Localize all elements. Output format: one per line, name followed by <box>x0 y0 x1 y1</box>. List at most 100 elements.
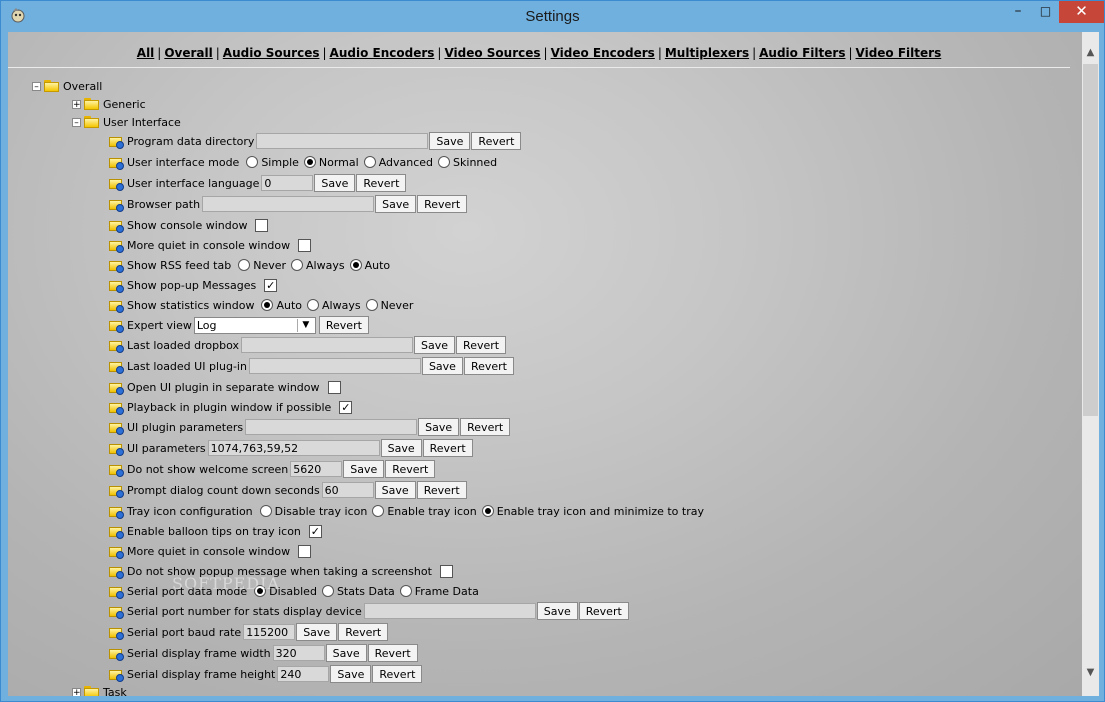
revert-button[interactable]: Revert <box>456 336 507 354</box>
revert-button[interactable]: Revert <box>460 418 511 436</box>
close-icon[interactable]: ✕ <box>1059 1 1104 23</box>
revert-button[interactable]: Revert <box>372 665 423 683</box>
revert-button[interactable]: Revert <box>471 132 522 150</box>
tree-node-task[interactable]: + Task <box>72 683 127 696</box>
nav-audio-encoders[interactable]: Audio Encoders <box>330 46 435 60</box>
tree-node-overall[interactable]: – Overall <box>32 77 102 95</box>
radio-never[interactable] <box>238 259 251 271</box>
save-button[interactable]: Save <box>325 644 367 662</box>
save-button[interactable]: Save <box>375 195 417 213</box>
browser-path-input[interactable] <box>202 196 375 212</box>
radio-simple[interactable] <box>246 156 259 168</box>
radio-auto[interactable] <box>349 259 362 271</box>
radio-advanced[interactable] <box>363 156 376 168</box>
radio-disable-tray-icon[interactable] <box>259 505 272 517</box>
revert-button[interactable]: Revert <box>356 174 407 192</box>
nav-audio-filters[interactable]: Audio Filters <box>759 46 845 60</box>
save-button[interactable]: Save <box>343 460 385 478</box>
serial-display-frame-width-input[interactable]: 320 <box>272 645 325 661</box>
revert-button[interactable]: Revert <box>463 357 514 375</box>
radio-enable-tray-minimize[interactable] <box>481 505 494 517</box>
tree-node-user-interface[interactable]: – User Interface <box>72 113 181 131</box>
expand-icon[interactable]: + <box>72 687 81 696</box>
serial-display-frame-height-input[interactable]: 240 <box>277 666 330 682</box>
save-button[interactable]: Save <box>414 336 456 354</box>
scroll-down-icon[interactable]: ▼ <box>1082 664 1099 681</box>
nav-audio-sources[interactable]: Audio Sources <box>223 46 320 60</box>
radio-skinned[interactable] <box>438 156 451 168</box>
serial-port-baud-rate-input[interactable]: 115200 <box>243 624 296 640</box>
prompt-dialog-countdown-input[interactable]: 60 <box>321 482 374 498</box>
radio-stats-data[interactable] <box>321 585 334 597</box>
save-button[interactable]: Save <box>314 174 356 192</box>
ui-plugin-parameters-input[interactable] <box>245 419 418 435</box>
last-loaded-dropbox-input[interactable] <box>241 337 414 353</box>
revert-button[interactable]: Revert <box>385 460 436 478</box>
radio-label: Auto <box>276 298 302 312</box>
save-button[interactable]: Save <box>374 481 416 499</box>
collapse-icon[interactable]: – <box>72 117 81 127</box>
ui-parameters-input[interactable]: 1074,763,59,52 <box>207 440 380 456</box>
radio-label: Auto <box>364 258 391 272</box>
last-loaded-ui-plugin-input[interactable] <box>248 358 421 374</box>
radio-label: Disable tray icon <box>274 504 368 518</box>
collapse-icon[interactable]: – <box>32 81 41 91</box>
radio-auto[interactable] <box>261 299 274 311</box>
do-not-show-welcome-input[interactable]: 5620 <box>290 461 343 477</box>
save-button[interactable]: Save <box>421 357 463 375</box>
radio-frame-data[interactable] <box>399 585 412 597</box>
save-button[interactable]: Save <box>296 623 338 641</box>
revert-button[interactable]: Revert <box>422 439 473 457</box>
expert-view-select[interactable]: Log ▼ <box>193 316 316 334</box>
save-button[interactable]: Save <box>429 132 471 150</box>
no-popup-screenshot-checkbox[interactable] <box>439 564 453 578</box>
setting-tray-icon-configuration: Tray icon configuration Disable tray ico… <box>109 501 704 521</box>
vertical-scrollbar[interactable]: ▲ ▼ <box>1082 32 1099 696</box>
user-interface-language-input[interactable]: 0 <box>261 175 314 191</box>
radio-always[interactable] <box>307 299 319 311</box>
tree-label: Task <box>103 685 127 697</box>
radio-always[interactable] <box>291 259 304 271</box>
maximize-icon[interactable]: □ <box>1032 1 1059 23</box>
open-ui-plugin-separate-checkbox[interactable] <box>327 380 341 394</box>
serial-port-number-input[interactable] <box>363 603 536 619</box>
show-popup-messages-checkbox[interactable]: ✓ <box>264 278 278 292</box>
radio-normal[interactable] <box>303 156 316 168</box>
radio-label: Normal <box>318 155 359 169</box>
chevron-down-icon[interactable]: ▼ <box>296 318 314 332</box>
revert-button[interactable]: Revert <box>417 195 468 213</box>
tree-node-generic[interactable]: + Generic <box>72 95 146 113</box>
revert-button[interactable]: Revert <box>338 623 389 641</box>
title-bar[interactable]: Settings – □ ✕ <box>1 1 1104 32</box>
more-quiet-console-checkbox[interactable] <box>298 238 312 252</box>
radio-label: Skinned <box>453 155 498 169</box>
revert-button[interactable]: Revert <box>318 316 369 334</box>
enable-balloon-tips-checkbox[interactable]: ✓ <box>308 524 322 538</box>
folder-icon <box>84 685 100 696</box>
nav-video-sources[interactable]: Video Sources <box>444 46 540 60</box>
save-button[interactable]: Save <box>330 665 372 683</box>
setting-icon <box>109 298 124 313</box>
revert-button[interactable]: Revert <box>416 481 467 499</box>
playback-in-plugin-window-checkbox[interactable]: ✓ <box>339 400 353 414</box>
radio-enable-tray-icon[interactable] <box>372 505 385 517</box>
revert-button[interactable]: Revert <box>578 602 629 620</box>
save-button[interactable]: Save <box>536 602 578 620</box>
nav-video-encoders[interactable]: Video Encoders <box>551 46 655 60</box>
nav-overall[interactable]: Overall <box>164 46 212 60</box>
minimize-icon[interactable]: – <box>1004 1 1032 23</box>
save-button[interactable]: Save <box>418 418 460 436</box>
scroll-thumb[interactable] <box>1083 64 1098 416</box>
category-nav: All | Overall | Audio Sources | Audio Encoders… <box>136 46 942 60</box>
nav-all[interactable]: All <box>137 46 155 60</box>
radio-never[interactable] <box>365 299 378 311</box>
program-data-directory-input[interactable] <box>256 133 429 149</box>
save-button[interactable]: Save <box>380 439 422 457</box>
nav-multiplexers[interactable]: Multiplexers <box>665 46 749 60</box>
scroll-up-icon[interactable]: ▲ <box>1082 44 1099 61</box>
more-quiet-console-2-checkbox[interactable] <box>298 544 312 558</box>
nav-video-filters[interactable]: Video Filters <box>856 46 942 60</box>
show-console-window-checkbox[interactable] <box>255 218 269 232</box>
revert-button[interactable]: Revert <box>367 644 418 662</box>
expand-icon[interactable]: + <box>72 99 81 109</box>
